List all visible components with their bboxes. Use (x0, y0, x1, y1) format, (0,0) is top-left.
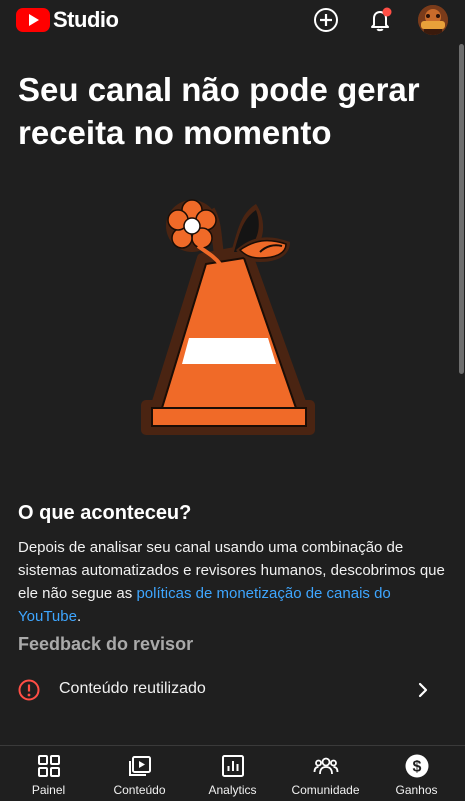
community-icon (313, 757, 338, 775)
content-icon (128, 756, 151, 776)
scrollbar[interactable] (459, 44, 464, 374)
notifications-icon[interactable] (364, 4, 396, 36)
alert-circle-icon (18, 679, 40, 701)
what-happened-text: Depois de analisar seu canal usando uma … (18, 536, 450, 628)
nav-label-ganhos: Ganhos (395, 783, 438, 797)
page-title: Seu canal não pode gerar receita no mome… (18, 71, 420, 151)
nav-label-analytics: Analytics (208, 783, 257, 797)
reviewer-feedback-label: Conteúdo reutilizado (59, 680, 206, 697)
earn-icon: $ (405, 754, 428, 778)
notification-badge (382, 7, 392, 17)
nav-label-painel: Painel (31, 783, 66, 797)
top-bar: Studio (0, 0, 465, 40)
svg-text:$: $ (412, 759, 421, 776)
account-avatar[interactable] (418, 5, 448, 35)
nav-item-ganhos[interactable]: $ Ganhos (370, 746, 463, 801)
description-end: . (76, 608, 82, 625)
nav-item-conteudo[interactable]: Conteúdo (93, 746, 186, 801)
nav-item-analytics[interactable]: Analytics (186, 746, 279, 801)
youtube-logo-icon (16, 8, 50, 32)
reviewer-feedback-heading: Feedback do revisor (18, 634, 194, 654)
nav-label-comunidade: Comunidade (291, 783, 360, 797)
app-name: Studio (53, 7, 119, 32)
chevron-right-icon (418, 682, 428, 698)
studio-logo[interactable]: Studio (16, 7, 119, 33)
nav-item-painel[interactable]: Painel (2, 746, 95, 801)
nav-label-conteudo: Conteúdo (113, 783, 166, 797)
traffic-cone-with-flower-illustration (140, 180, 330, 445)
reviewer-feedback-item[interactable]: Conteúdo reutilizado (0, 668, 465, 712)
what-happened-heading: O que aconteceu? (18, 502, 192, 524)
nav-item-comunidade[interactable]: Comunidade (279, 746, 372, 801)
dashboard-icon (37, 755, 60, 777)
analytics-icon (221, 755, 244, 777)
create-icon[interactable] (310, 4, 342, 36)
bottom-nav: Painel Conteúdo Analytics Comunidade $ G… (0, 745, 465, 801)
